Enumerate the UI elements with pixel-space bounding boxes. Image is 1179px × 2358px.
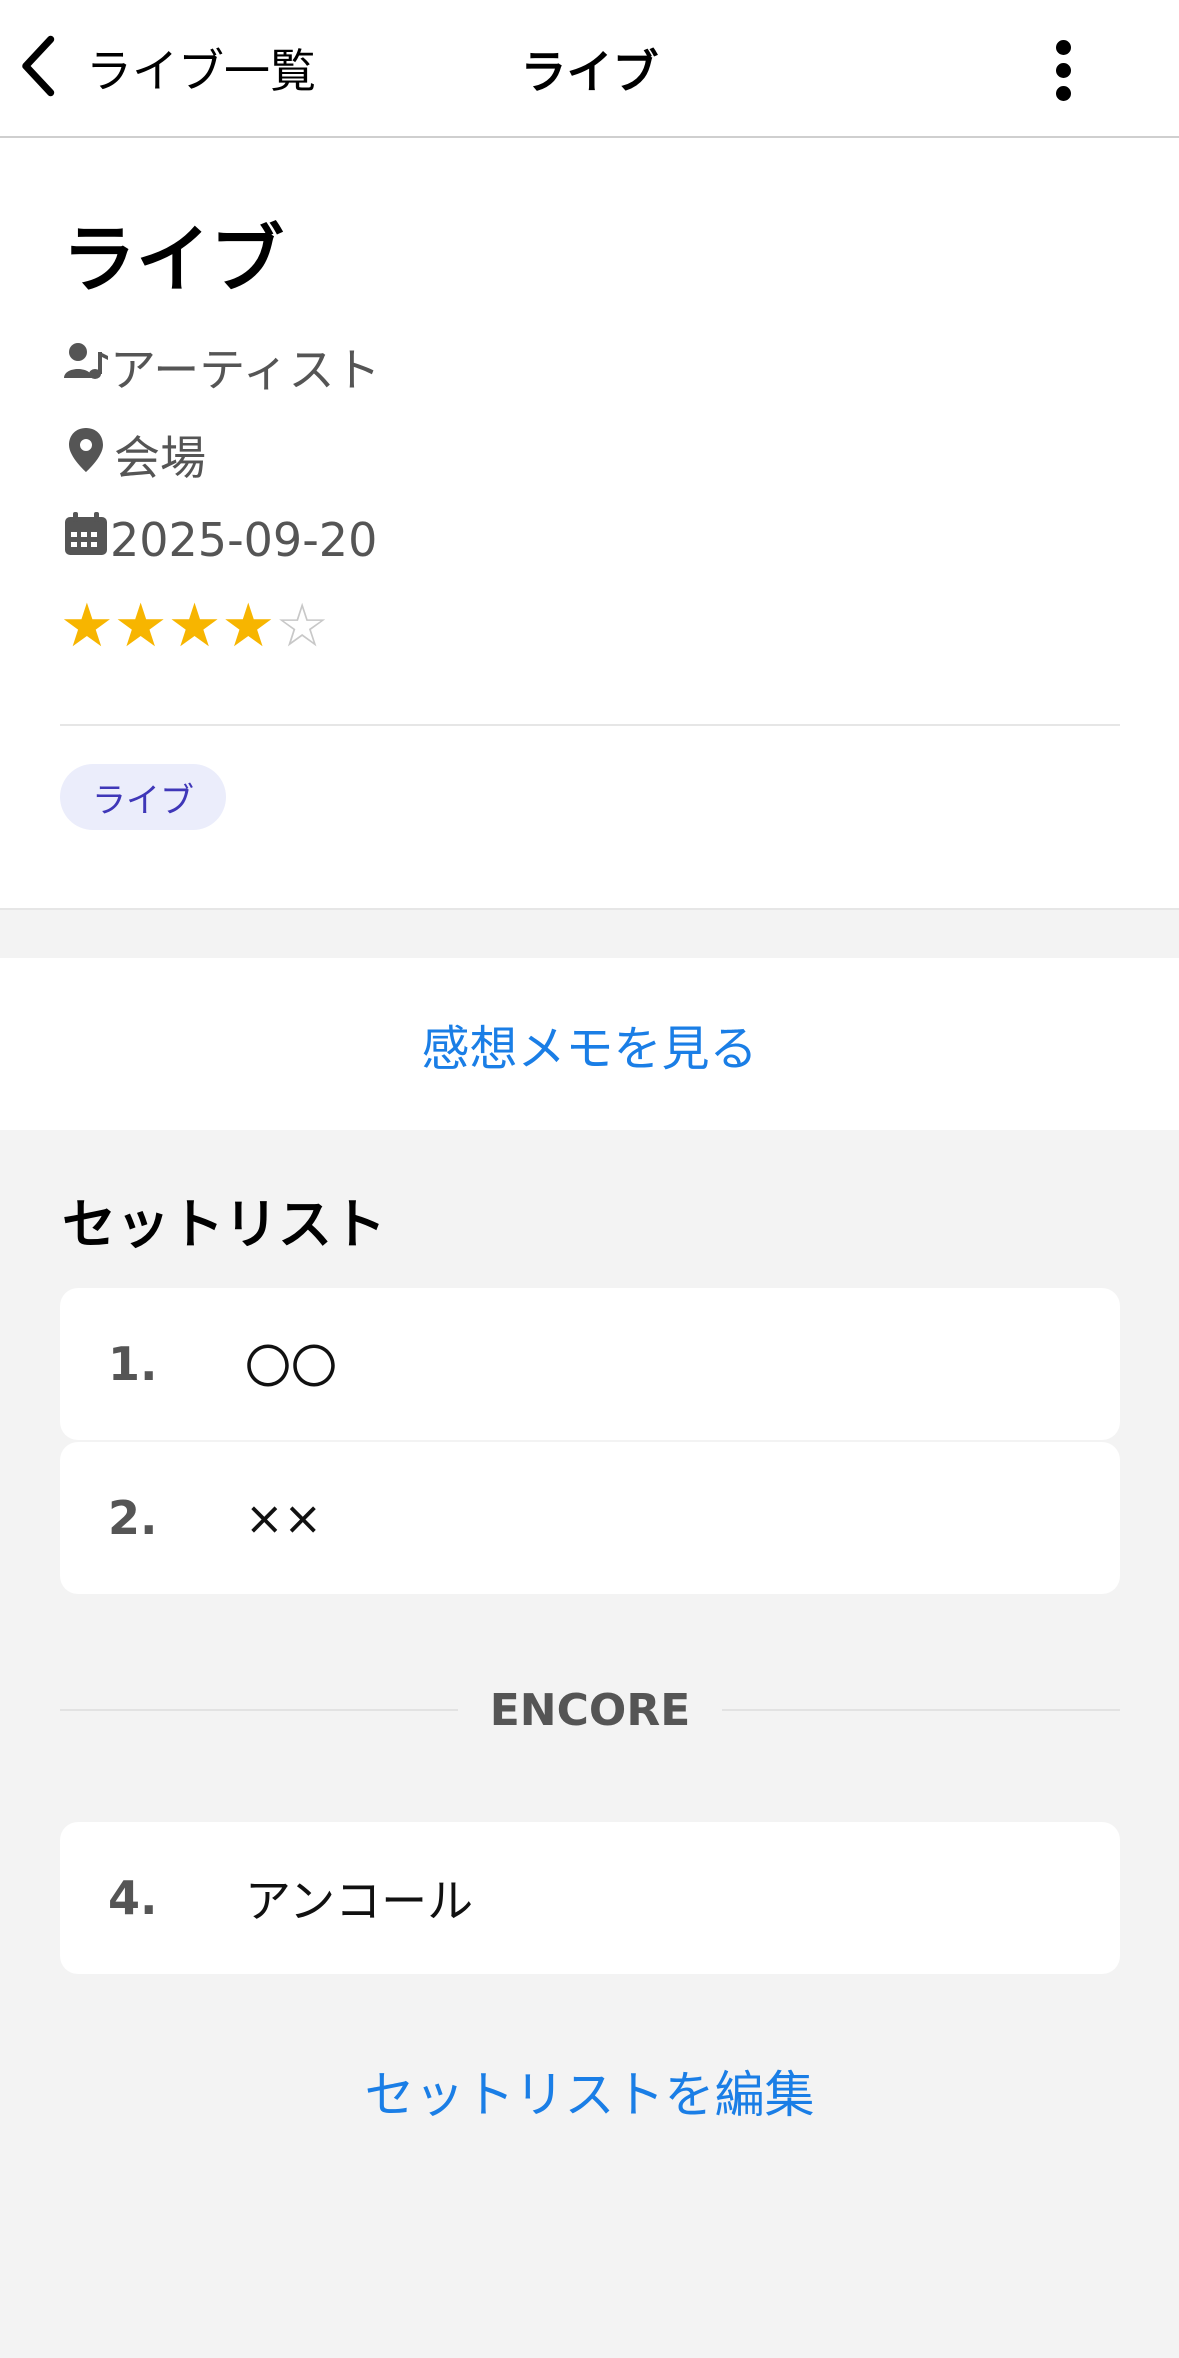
encore-row[interactable]: 4. アンコール bbox=[60, 1822, 1120, 1974]
star-filled-icon: ★ bbox=[221, 591, 276, 661]
encore-divider: ENCORE bbox=[60, 1680, 1121, 1740]
divider-line bbox=[722, 1709, 1121, 1711]
star-filled-icon: ★ bbox=[113, 591, 168, 661]
artist-row: アーティスト bbox=[62, 334, 380, 400]
setlist-row[interactable]: 1. 〇〇 bbox=[60, 1288, 1120, 1440]
artist-icon bbox=[62, 338, 110, 397]
song-title: ×× bbox=[245, 1491, 323, 1545]
artist-label: アーティスト bbox=[110, 343, 381, 397]
date-label: 2025-09-20 bbox=[110, 512, 378, 567]
rating-stars: ★ ★ ★ ★ ☆ bbox=[60, 596, 329, 656]
venue-label: 会場 bbox=[114, 431, 206, 485]
song-number: 4. bbox=[108, 1871, 158, 1925]
date-row: 2025-09-20 bbox=[62, 510, 377, 569]
song-title: 〇〇 bbox=[245, 1340, 337, 1394]
song-title: アンコール bbox=[245, 1874, 474, 1928]
location-pin-icon bbox=[62, 426, 110, 485]
live-title: ライブ bbox=[62, 217, 284, 303]
calendar-icon bbox=[62, 510, 110, 569]
star-empty-icon: ☆ bbox=[275, 591, 329, 661]
setlist-title: セットリスト bbox=[62, 1193, 386, 1256]
nav-title: ライブ bbox=[520, 45, 659, 99]
song-number: 1. bbox=[108, 1337, 158, 1391]
encore-label: ENCORE bbox=[489, 1684, 691, 1736]
tag-chip[interactable]: ライブ bbox=[60, 764, 226, 830]
nav-bar: ライブ一覧 ライブ bbox=[0, 0, 1179, 138]
venue-row: 会場 bbox=[62, 422, 206, 488]
star-filled-icon: ★ bbox=[60, 591, 114, 661]
more-button[interactable] bbox=[1038, 34, 1088, 106]
view-memo-button[interactable]: 感想メモを見る bbox=[0, 958, 1179, 1130]
divider-line bbox=[60, 1709, 458, 1711]
star-filled-icon: ★ bbox=[167, 591, 222, 661]
more-vertical-icon bbox=[1038, 40, 1088, 101]
edit-setlist-button[interactable]: セットリストを編集 bbox=[0, 2055, 1179, 2127]
song-number: 2. bbox=[108, 1491, 158, 1545]
live-detail-card: ライブ アーティスト 会場 2025-09-20 ★ ★ ★ ★ ☆ ライブ bbox=[0, 138, 1179, 910]
divider bbox=[60, 724, 1120, 726]
setlist-row[interactable]: 2. ×× bbox=[60, 1442, 1120, 1594]
